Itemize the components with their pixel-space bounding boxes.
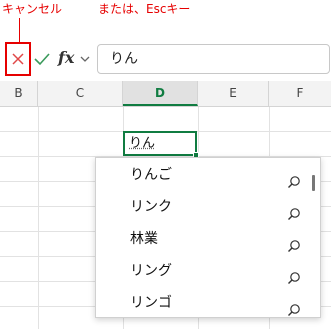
close-icon [11, 52, 25, 66]
grid-line [38, 107, 39, 329]
annotation-pointer-line [19, 18, 20, 42]
suggestion-label: リング [130, 263, 172, 279]
cancel-annotation: キャンセル [2, 2, 63, 16]
dropdown-scrollbar[interactable] [312, 175, 315, 191]
suggestion-item[interactable]: リンク [96, 191, 310, 223]
cancel-button[interactable] [5, 42, 31, 76]
enter-button[interactable] [33, 50, 51, 68]
autocomplete-dropdown: りんご リンク 林業 リング リンゴ [95, 157, 321, 318]
formula-bar: fx りん [0, 42, 331, 80]
checkmark-icon [33, 50, 51, 68]
cell-input-text: りん [129, 136, 156, 151]
search-icon [287, 232, 301, 252]
formula-input[interactable]: りん [97, 44, 330, 74]
column-header-e[interactable]: E [198, 81, 269, 106]
esc-annotation: または、Escキー [98, 2, 191, 16]
search-icon [287, 200, 301, 220]
column-header-f[interactable]: F [269, 81, 331, 106]
search-icon [287, 168, 301, 188]
expand-formula-button[interactable] [79, 53, 91, 65]
column-header-b[interactable]: B [0, 81, 38, 106]
column-header-c[interactable]: C [38, 81, 123, 106]
suggestion-item[interactable]: りんご [96, 159, 310, 191]
column-headers: B C D E F [0, 81, 331, 107]
suggestion-item[interactable]: リンゴ [96, 287, 310, 319]
active-cell-d[interactable]: りん [123, 131, 197, 156]
suggestion-label: リンゴ [130, 295, 172, 311]
suggestion-item[interactable]: 林業 [96, 223, 310, 255]
chevron-down-icon [79, 53, 91, 65]
column-header-d[interactable]: D [123, 81, 198, 106]
suggestion-label: りんご [130, 167, 172, 183]
insert-function-button[interactable]: fx [58, 48, 74, 67]
suggestion-label: 林業 [130, 231, 158, 247]
suggestion-label: リンク [130, 199, 172, 215]
suggestion-item[interactable]: リング [96, 255, 310, 287]
search-icon [287, 296, 301, 316]
search-icon [287, 264, 301, 284]
